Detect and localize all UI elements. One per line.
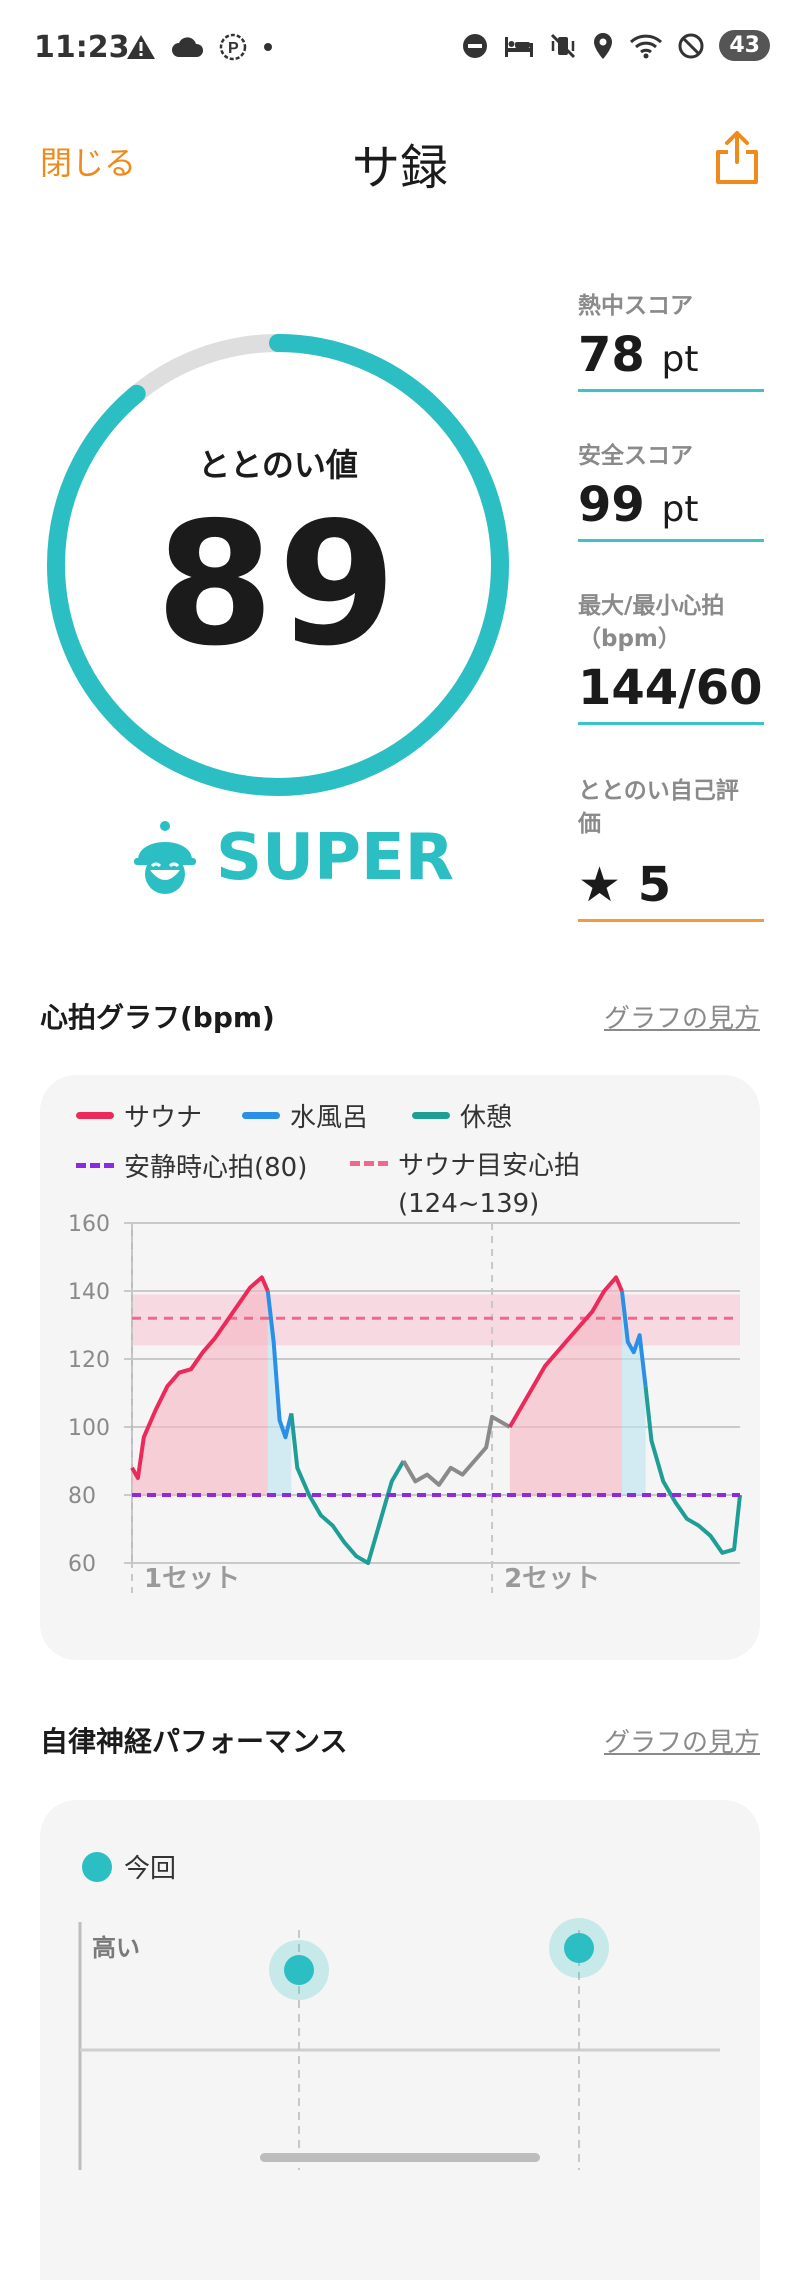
- y-tick-label: 100: [68, 1416, 110, 1441]
- sauna-hat-mascot-icon: [134, 821, 196, 894]
- heart-graph-card: サウナ 水風呂 休憩 安静時心拍(80) サウナ目安心拍 (124~139) 6…: [40, 1075, 760, 1660]
- cloud-icon: [172, 37, 204, 57]
- stat-divider: [578, 389, 764, 392]
- grade-badge: SUPER: [130, 820, 454, 896]
- safety-score-unit: pt: [661, 489, 699, 530]
- heat-score: 熱中スコア 78 pt: [578, 290, 764, 392]
- legend-swatch: [76, 1163, 114, 1168]
- set-2-point[interactable]: [564, 1933, 594, 1963]
- self-rating-label-1: ととのい自己評: [578, 778, 739, 804]
- blocked-icon: [678, 33, 704, 58]
- legend-swatch: [350, 1161, 388, 1166]
- legend-rest-label: 休憩: [460, 1103, 513, 1133]
- legend-resting-hr-label: 安静時心拍(80): [124, 1153, 308, 1183]
- score-label: ととのい値: [198, 446, 358, 484]
- legend-cold-bath-label: 水風呂: [290, 1103, 369, 1133]
- location-icon: [594, 32, 613, 59]
- legend-swatch: [412, 1112, 450, 1119]
- bed-icon: [505, 36, 534, 57]
- legend-sauna-label: サウナ: [124, 1103, 203, 1133]
- heat-score-unit: pt: [661, 339, 699, 380]
- self-rating: ととのい自己評 価 ★ 5: [578, 775, 764, 922]
- legend-current: 今回: [80, 1848, 176, 1885]
- score-value: 89: [155, 486, 401, 684]
- y-tick-label: 80: [68, 1484, 96, 1509]
- series-line: [289, 1413, 406, 1565]
- warning-icon: [127, 35, 155, 59]
- safety-score: 安全スコア 99 pt: [578, 440, 764, 542]
- legend-resting-hr: 安静時心拍(80): [76, 1147, 307, 1184]
- heart-rate-range: 最大/最小心拍 （bpm） 144/60: [578, 590, 764, 725]
- set-label: 2セット: [504, 1564, 600, 1594]
- page-title: サ録: [351, 140, 448, 196]
- y-tick-label: 60: [68, 1552, 96, 1577]
- legend-target-label-1: サウナ目安心拍: [398, 1151, 581, 1181]
- set-1-point[interactable]: [284, 1955, 314, 1985]
- dot-icon: [264, 43, 272, 51]
- heat-score-value: 78: [578, 327, 645, 383]
- set-label: 1セット: [144, 1564, 240, 1594]
- home-indicator[interactable]: [260, 2153, 540, 2162]
- y-label-high: 高い: [92, 1934, 140, 1962]
- self-rating-label-2: 価: [578, 811, 601, 837]
- status-bar: 11:23 P 43: [0, 0, 800, 100]
- share-icon[interactable]: [712, 130, 762, 186]
- y-tick-label: 160: [68, 1212, 110, 1237]
- svg-text:P: P: [228, 40, 239, 57]
- heart-rate-unit-label: （bpm）: [578, 626, 681, 652]
- heart-rate-value: 144/60: [578, 660, 763, 716]
- legend-swatch: [242, 1112, 280, 1119]
- series-line: [643, 1385, 742, 1555]
- legend-current-label: 今回: [124, 1854, 177, 1884]
- autonomic-chart: [78, 1918, 720, 2170]
- autonomic-title: 自律神経パフォーマンス: [40, 1725, 348, 1758]
- star-icon: ★: [578, 857, 622, 913]
- do-not-disturb-icon: [463, 33, 488, 58]
- heat-score-label: 熱中スコア: [578, 293, 693, 319]
- y-tick-label: 120: [68, 1348, 110, 1373]
- safety-score-label: 安全スコア: [578, 443, 693, 469]
- legend-sauna: サウナ: [76, 1097, 202, 1134]
- current-dot-icon: [82, 1851, 112, 1882]
- safety-score-value: 99: [578, 477, 645, 533]
- parking-icon: P: [219, 33, 247, 61]
- heart-graph-help-link[interactable]: グラフの見方: [604, 998, 760, 1035]
- heart-rate-label: 最大/最小心拍: [578, 593, 725, 619]
- y-tick-label: 140: [68, 1280, 110, 1305]
- autonomic-help-link[interactable]: グラフの見方: [604, 1722, 760, 1759]
- stat-divider: [578, 722, 764, 725]
- grade-text: SUPER: [216, 821, 454, 895]
- wifi-icon: [630, 34, 663, 58]
- heart-rate-chart: 60 80 100 120 140 160 1セット 2セット: [68, 1212, 742, 1594]
- status-time: 11:23: [34, 30, 130, 65]
- legend-swatch: [76, 1112, 114, 1119]
- legend-cold-bath: 水風呂: [242, 1097, 368, 1134]
- stat-divider: [578, 539, 764, 542]
- battery-indicator: 43: [719, 30, 770, 61]
- vibrate-off-icon: [551, 33, 576, 58]
- stat-divider: [578, 919, 764, 922]
- heart-graph-title: 心拍グラフ(bpm): [40, 1001, 275, 1034]
- autonomic-card: 今回 高い: [40, 1800, 760, 2280]
- self-rating-value: 5: [637, 857, 672, 913]
- legend-rest: 休憩: [412, 1097, 512, 1134]
